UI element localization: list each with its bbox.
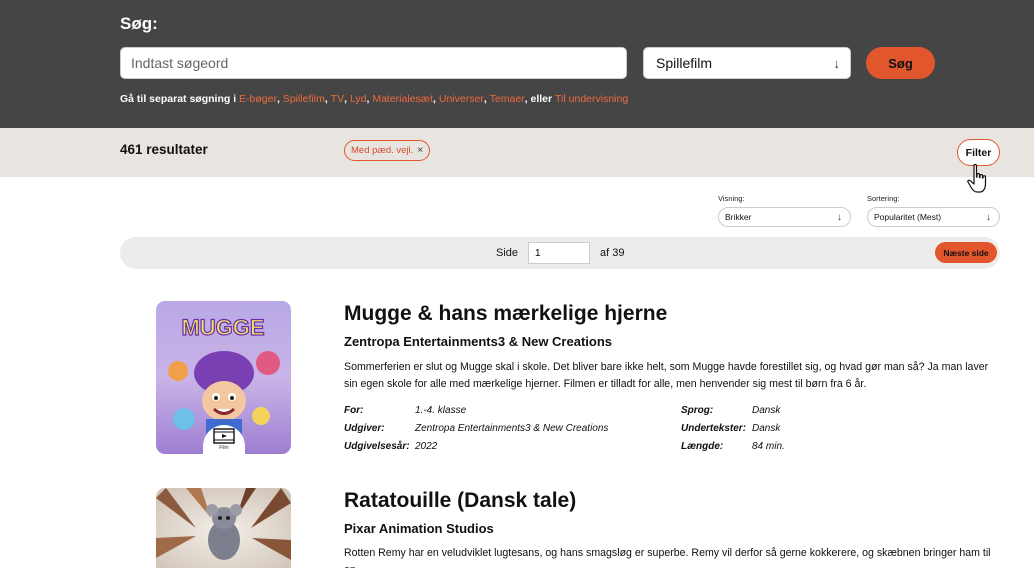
link-material-sets[interactable]: Materialesæt: [372, 93, 433, 105]
meta-subtitles-value: Dansk: [752, 423, 781, 434]
link-themes[interactable]: Temaer: [490, 93, 525, 105]
media-type-label: Film: [219, 445, 229, 451]
result-description: Sommerferien er slut og Mugge skal i sko…: [344, 361, 989, 390]
sort-label: Sortering:: [867, 194, 900, 203]
hand-pointer-icon: [967, 163, 987, 193]
result-publisher: Pixar Animation Studios: [344, 521, 494, 536]
meta-language-value: Dansk: [752, 405, 781, 416]
meta-for-label: For:: [344, 405, 364, 416]
link-ebooks[interactable]: E-bøger: [239, 93, 277, 105]
page-number-input[interactable]: [528, 242, 590, 264]
meta-year-label: Udgivelsesår:: [344, 441, 410, 452]
link-teaching[interactable]: Til undervisning: [555, 93, 628, 105]
link-universes[interactable]: Universer: [439, 93, 484, 105]
next-page-button[interactable]: Næste side: [935, 242, 997, 263]
search-button[interactable]: Søg: [866, 47, 935, 79]
result-publisher: Zentropa Entertainments3 & New Creations: [344, 334, 612, 349]
meta-publisher-value: Zentropa Entertainments3 & New Creations: [415, 423, 609, 434]
poster-title-text: MUGGE: [181, 315, 264, 340]
meta-publisher-label: Udgiver:: [344, 423, 385, 434]
active-filter-label: Med pæd. vejl.: [351, 145, 414, 156]
meta-language-label: Sprog:: [681, 405, 714, 416]
search-header: Søg: Spillefilm ↓ Søg Gå til separat søg…: [0, 0, 1034, 128]
result-description: Rotten Remy har en veludviklet lugtesans…: [344, 547, 991, 568]
search-input[interactable]: [120, 47, 627, 79]
results-count: 461 resultater: [120, 142, 208, 157]
meta-subtitles-label: Undertekster:: [681, 423, 747, 434]
separate-search-prefix: Gå til separat søgning i: [120, 93, 237, 105]
category-select[interactable]: Spillefilm ↓: [643, 47, 851, 79]
meta-for-value: 1.-4. klasse: [415, 405, 467, 416]
meta-year-value: 2022: [415, 441, 438, 452]
category-select-value: Spillefilm: [656, 55, 713, 71]
search-label: Søg:: [120, 14, 158, 33]
view-select-value: Brikker: [725, 212, 752, 222]
link-feature-films[interactable]: Spillefilm: [283, 93, 325, 105]
results-bar: 461 resultater Med pæd. vejl. × Filter: [0, 128, 1034, 177]
page-label: Side: [496, 247, 519, 259]
film-icon: [213, 428, 235, 444]
arrow-down-icon: ↓: [837, 211, 842, 223]
link-audio[interactable]: Lyd: [350, 93, 367, 105]
pagination-bar: Side af 39 Næste side: [120, 237, 1000, 269]
filter-button[interactable]: Filter: [957, 139, 1000, 166]
result-title[interactable]: Ratatouille (Dansk tale): [344, 489, 576, 513]
poster-illustration: [156, 488, 291, 568]
meta-length-label: Længde:: [681, 441, 724, 452]
page-total: af 39: [600, 247, 625, 259]
arrow-down-icon: ↓: [986, 211, 991, 223]
separate-search-links: Gå til separat søgning i E-bøger, Spille…: [120, 93, 629, 105]
chevron-down-icon: ↓: [833, 55, 841, 71]
view-label: Visning:: [718, 194, 745, 203]
view-select[interactable]: Brikker ↓: [718, 207, 851, 227]
meta-length-value: 84 min.: [752, 441, 785, 452]
sort-select-value: Popularitet (Mest): [874, 212, 942, 222]
link-tv[interactable]: TV: [331, 93, 344, 105]
sort-select[interactable]: Popularitet (Mest) ↓: [867, 207, 1000, 227]
close-icon[interactable]: ×: [417, 145, 423, 156]
result-title[interactable]: Mugge & hans mærkelige hjerne: [344, 302, 667, 326]
result-poster[interactable]: [156, 488, 291, 568]
separate-search-or: , eller: [524, 93, 553, 105]
active-filter-chip[interactable]: Med pæd. vejl. ×: [344, 140, 431, 161]
